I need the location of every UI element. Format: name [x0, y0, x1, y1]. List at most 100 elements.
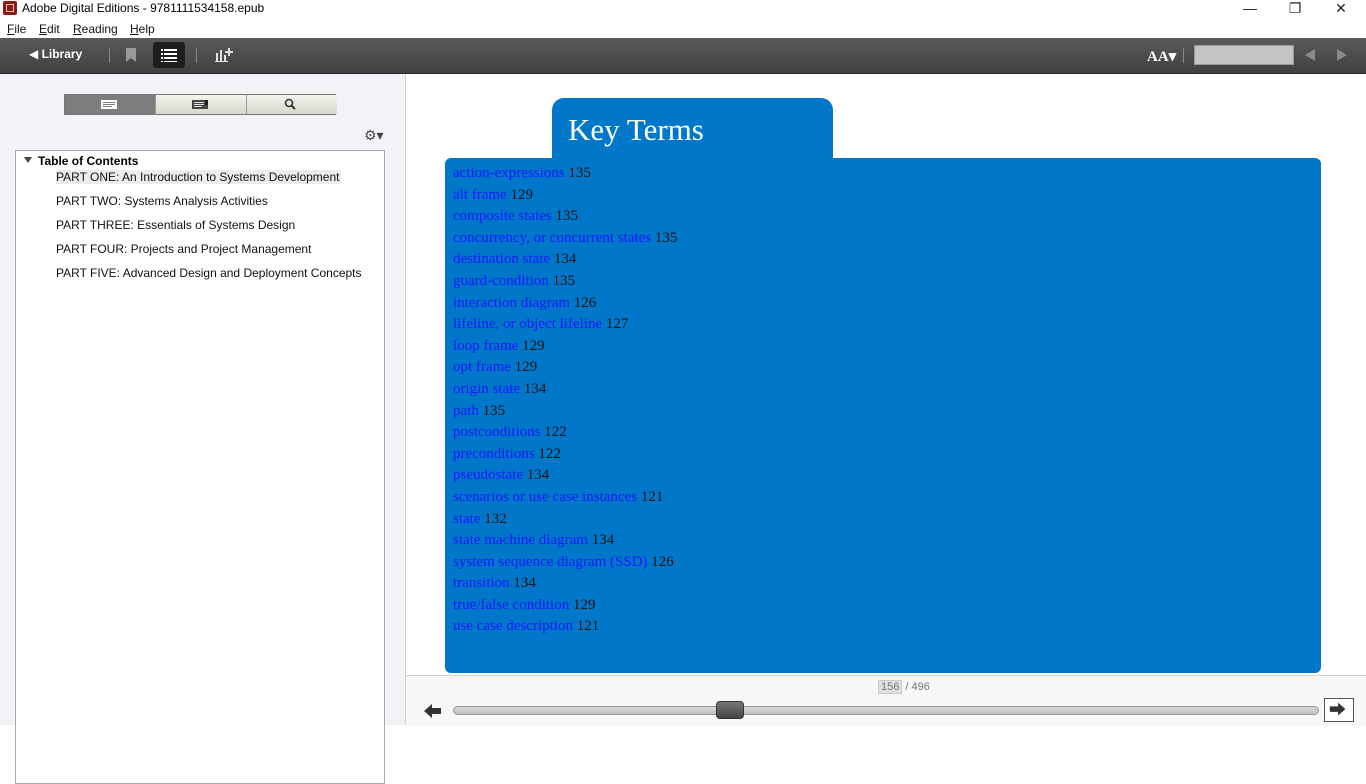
- previous-page-icon[interactable]: [1305, 49, 1315, 61]
- key-term-link[interactable]: pseudostate: [453, 467, 523, 483]
- key-term-link[interactable]: system sequence diagram (SSD): [453, 554, 648, 570]
- key-term-link[interactable]: state machine diagram: [453, 532, 588, 548]
- settings-gear-icon[interactable]: ⚙▾: [364, 127, 384, 144]
- key-term-link[interactable]: composite states: [453, 208, 552, 224]
- key-term-row: preconditions 122: [453, 444, 677, 466]
- key-term-link[interactable]: lifeline, or object lifeline: [453, 316, 602, 332]
- key-term-link[interactable]: transition: [453, 575, 510, 591]
- toc-root-label: Table of Contents: [38, 154, 139, 168]
- bookmark-icon[interactable]: [126, 48, 136, 62]
- list-view-button[interactable]: [153, 42, 185, 68]
- page-counter: 156 / 496: [878, 680, 930, 694]
- key-term-row: pseudostate 134: [453, 465, 677, 487]
- key-term-row: transition 134: [453, 573, 677, 595]
- next-page-icon[interactable]: [1337, 49, 1347, 61]
- page-slider-thumb[interactable]: [716, 701, 744, 719]
- expand-triangle-icon[interactable]: [24, 157, 32, 163]
- key-term-row: path 135: [453, 401, 677, 423]
- key-term-link[interactable]: use case description: [453, 618, 573, 634]
- sidebar-view-tabs: [64, 94, 337, 115]
- key-term-row: postconditions 122: [453, 422, 677, 444]
- key-term-row: state machine diagram 134: [453, 530, 677, 552]
- key-term-link[interactable]: alt frame: [453, 187, 507, 203]
- page-number-field[interactable]: [1194, 45, 1294, 65]
- minimize-button[interactable]: —: [1227, 0, 1273, 18]
- reading-pane[interactable]: Key Terms action-expressions 135 alt fram…: [406, 74, 1366, 674]
- key-term-page: 122: [544, 424, 567, 441]
- toolbar-divider: [196, 48, 197, 63]
- key-term-page: 129: [514, 359, 538, 376]
- title-bar: Adobe Digital Editions - 9781111534158.e…: [0, 0, 1366, 18]
- key-term-page: 134: [591, 532, 615, 549]
- menu-help[interactable]: Help: [130, 22, 155, 36]
- key-term-link[interactable]: state: [453, 511, 481, 527]
- key-term-link[interactable]: postconditions: [453, 424, 541, 440]
- toc-view-icon: [101, 100, 117, 109]
- key-term-link[interactable]: path: [453, 403, 479, 419]
- next-page-arrow-icon: [1329, 702, 1346, 716]
- font-size-button[interactable]: AA▾: [1147, 47, 1176, 66]
- toc-item-part-five[interactable]: PART FIVE: Advanced Design and Deploymen…: [56, 266, 362, 280]
- key-term-row: origin state 134: [453, 379, 677, 401]
- key-term-link[interactable]: action-expressions: [453, 165, 565, 181]
- key-term-page: 135: [552, 272, 576, 289]
- key-term-row: opt frame 129: [453, 357, 677, 379]
- key-term-row: interaction diagram 126: [453, 293, 677, 315]
- key-terms-title: Key Terms: [568, 112, 704, 147]
- key-term-page: 134: [513, 575, 536, 592]
- page-slider[interactable]: [453, 701, 1319, 719]
- key-term-link[interactable]: preconditions: [453, 446, 535, 462]
- toolbar-divider: [109, 48, 110, 63]
- library-button[interactable]: ◀ Library: [29, 47, 82, 61]
- key-term-row: concurrency, or concurrent states 135: [453, 228, 677, 250]
- key-term-link[interactable]: origin state: [453, 381, 520, 397]
- key-term-row: alt frame 129: [453, 185, 677, 207]
- search-icon: [284, 98, 296, 110]
- toc-item-part-one[interactable]: PART ONE: An Introduction to Systems Dev…: [56, 170, 342, 184]
- key-term-row: state 132: [453, 509, 677, 531]
- previous-page-arrow-icon[interactable]: [424, 703, 442, 719]
- toc-item-part-four[interactable]: PART FOUR: Projects and Project Manageme…: [56, 242, 311, 256]
- add-stats-icon[interactable]: [215, 47, 233, 63]
- key-term-page: 129: [522, 337, 545, 354]
- key-term-link[interactable]: concurrency, or concurrent states: [453, 230, 651, 246]
- total-pages: / 496: [905, 681, 930, 693]
- tab-search[interactable]: [247, 95, 337, 114]
- menu-edit[interactable]: Edit: [39, 22, 60, 36]
- toc-item-part-two[interactable]: PART TWO: Systems Analysis Activities: [56, 194, 268, 208]
- menu-reading[interactable]: Reading: [73, 22, 118, 36]
- key-term-row: system sequence diagram (SSD) 126: [453, 552, 677, 574]
- key-term-link[interactable]: scenarios or use case instances: [453, 489, 637, 505]
- key-term-link[interactable]: destination state: [453, 251, 550, 267]
- toc-item-part-three[interactable]: PART THREE: Essentials of Systems Design: [56, 218, 295, 232]
- list-view-icon: [161, 49, 177, 62]
- menu-reading-label: eading: [81, 22, 118, 36]
- key-term-link[interactable]: loop frame: [453, 338, 518, 354]
- key-term-link[interactable]: opt frame: [453, 359, 511, 375]
- menu-file-label: ile: [14, 22, 27, 36]
- maximize-button[interactable]: ❐: [1272, 0, 1318, 18]
- key-term-page: 134: [526, 467, 550, 484]
- key-term-row: lifeline, or object lifeline 127: [453, 314, 677, 336]
- key-term-link[interactable]: guard-condition: [453, 273, 549, 289]
- key-term-link[interactable]: true/false condition: [453, 597, 569, 613]
- key-term-page: 121: [640, 488, 664, 505]
- next-page-button[interactable]: [1324, 698, 1354, 722]
- toc-root[interactable]: Table of Contents: [24, 154, 138, 168]
- key-term-row: composite states 135: [453, 206, 677, 228]
- tab-table-of-contents[interactable]: [65, 95, 156, 114]
- menu-file[interactable]: File: [7, 22, 26, 36]
- app-logo-icon: [3, 1, 17, 15]
- key-term-page: 134: [553, 251, 577, 268]
- key-term-link[interactable]: interaction diagram: [453, 295, 570, 311]
- key-term-page: 135: [555, 208, 578, 225]
- key-term-page: 126: [573, 294, 597, 311]
- key-term-row: scenarios or use case instances 121: [453, 487, 677, 509]
- key-term-row: guard-condition 135: [453, 271, 677, 293]
- key-term-row: use case description 121: [453, 616, 677, 638]
- close-button[interactable]: ✕: [1318, 0, 1364, 18]
- key-term-page: 121: [576, 618, 600, 635]
- key-term-page: 134: [523, 380, 547, 397]
- tab-bookmarks[interactable]: [156, 95, 247, 114]
- key-term-page: 135: [482, 402, 506, 419]
